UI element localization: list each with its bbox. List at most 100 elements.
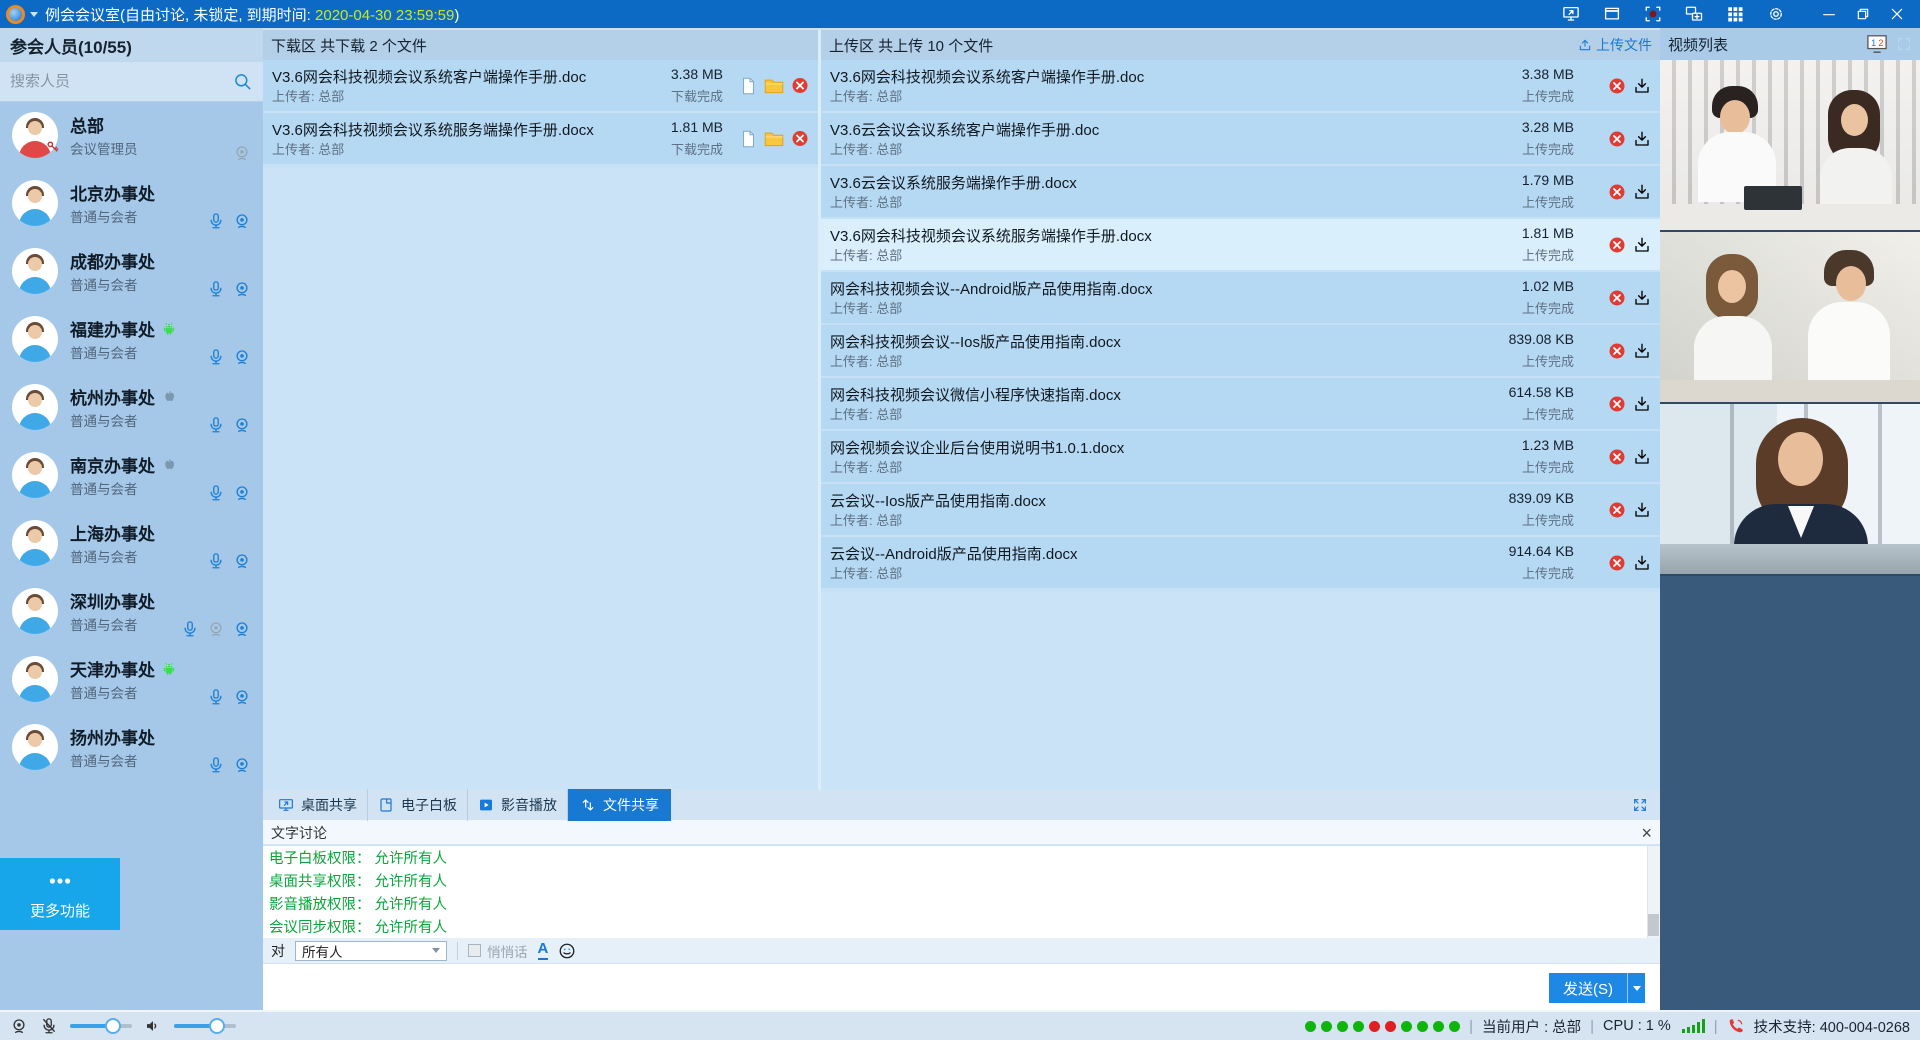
- participant-row[interactable]: 天津办事处 普通与会者: [0, 646, 263, 714]
- upload-file-row[interactable]: 云会议--Android版产品使用指南.docx 上传者: 总部 914.64 …: [821, 537, 1660, 588]
- chevron-down-icon[interactable]: [30, 12, 38, 21]
- scrollbar-thumb[interactable]: [1648, 914, 1659, 936]
- webcam-icon[interactable]: [233, 416, 251, 434]
- webcam-icon[interactable]: [233, 688, 251, 706]
- open-file-icon[interactable]: [740, 129, 757, 148]
- upload-file-button[interactable]: 上传文件: [1578, 35, 1652, 55]
- upload-file-row[interactable]: 网会科技视频会议--Android版产品使用指南.docx 上传者: 总部 1.…: [821, 272, 1660, 323]
- speaker-volume-slider[interactable]: [174, 1024, 236, 1028]
- sidebar-action-button[interactable]: 更多功能: [0, 858, 120, 930]
- webcam-icon[interactable]: [233, 484, 251, 502]
- download-file-icon[interactable]: [1633, 77, 1651, 95]
- settings-gear-icon[interactable]: [1763, 3, 1789, 25]
- delete-file-icon[interactable]: [1608, 554, 1626, 572]
- delete-file-icon[interactable]: [1608, 77, 1626, 95]
- download-file-icon[interactable]: [1633, 289, 1651, 307]
- expand-fullscreen-icon[interactable]: [1632, 797, 1648, 813]
- emoji-button[interactable]: [558, 942, 576, 960]
- download-file-icon[interactable]: [1633, 395, 1651, 413]
- minimize-button[interactable]: [1812, 3, 1846, 25]
- video-thumbnail[interactable]: [1660, 404, 1920, 576]
- upload-file-row[interactable]: V3.6网会科技视频会议系统服务端操作手册.docx 上传者: 总部 1.81 …: [821, 219, 1660, 270]
- delete-file-icon[interactable]: [1608, 448, 1626, 466]
- mic-icon[interactable]: [207, 348, 225, 366]
- video-layout-icon[interactable]: 12: [1866, 34, 1888, 54]
- download-file-icon[interactable]: [1633, 342, 1651, 360]
- upload-file-row[interactable]: V3.6云会议系统服务端操作手册.docx 上传者: 总部 1.79 MB 上传…: [821, 166, 1660, 217]
- record-icon[interactable]: [1640, 3, 1666, 25]
- chat-input-area[interactable]: 发送(S): [263, 964, 1660, 1010]
- participant-row[interactable]: 福建办事处 普通与会者: [0, 306, 263, 374]
- delete-file-icon[interactable]: [1608, 342, 1626, 360]
- open-file-icon[interactable]: [740, 76, 757, 95]
- video-thumbnail[interactable]: [1660, 232, 1920, 404]
- chat-close-icon[interactable]: ×: [1641, 824, 1652, 842]
- download-file-row[interactable]: V3.6网会科技视频会议系统服务端操作手册.docx 上传者: 总部 1.81 …: [263, 113, 818, 164]
- send-options-caret[interactable]: [1627, 973, 1645, 1003]
- webcam-icon[interactable]: [233, 552, 251, 570]
- delete-file-icon[interactable]: [1608, 183, 1626, 201]
- webcam-status-icon[interactable]: [10, 1017, 28, 1035]
- share-tab[interactable]: 影音播放: [468, 789, 568, 821]
- download-file-icon[interactable]: [1633, 501, 1651, 519]
- restore-button[interactable]: [1846, 3, 1880, 25]
- participant-row[interactable]: 上海办事处 普通与会者: [0, 510, 263, 578]
- open-folder-icon[interactable]: [764, 77, 784, 94]
- download-file-icon[interactable]: [1633, 554, 1651, 572]
- sync-screens-icon[interactable]: [1681, 3, 1707, 25]
- download-file-icon[interactable]: [1633, 236, 1651, 254]
- search-icon[interactable]: [233, 72, 253, 92]
- video-expand-icon[interactable]: [1896, 36, 1912, 52]
- delete-file-icon[interactable]: [791, 130, 809, 148]
- upload-file-row[interactable]: 网会科技视频会议--Ios版产品使用指南.docx 上传者: 总部 839.08…: [821, 325, 1660, 376]
- mic-icon[interactable]: [207, 688, 225, 706]
- speaker-icon[interactable]: [144, 1017, 162, 1035]
- share-tab[interactable]: 桌面共享: [268, 789, 368, 821]
- recipient-select[interactable]: 所有人: [295, 941, 447, 961]
- upload-file-row[interactable]: V3.6网会科技视频会议系统客户端操作手册.doc 上传者: 总部 3.38 M…: [821, 60, 1660, 111]
- delete-file-icon[interactable]: [1608, 395, 1626, 413]
- open-folder-icon[interactable]: [764, 130, 784, 147]
- upload-file-row[interactable]: 网会科技视频会议微信小程序快速指南.docx 上传者: 总部 614.58 KB…: [821, 378, 1660, 429]
- webcam-off-icon[interactable]: [207, 620, 225, 638]
- whisper-checkbox[interactable]: [468, 944, 481, 957]
- mic-icon[interactable]: [207, 756, 225, 774]
- upload-file-row[interactable]: V3.6云会议会议系统客户端操作手册.doc 上传者: 总部 3.28 MB 上…: [821, 113, 1660, 164]
- mic-icon[interactable]: [207, 416, 225, 434]
- participant-row[interactable]: 北京办事处 普通与会者: [0, 170, 263, 238]
- webcam-icon[interactable]: [233, 280, 251, 298]
- send-button[interactable]: 发送(S): [1549, 973, 1627, 1003]
- share-tab[interactable]: 文件共享: [568, 789, 671, 821]
- search-input[interactable]: [10, 73, 233, 90]
- mic-icon[interactable]: [181, 620, 199, 638]
- delete-file-icon[interactable]: [1608, 501, 1626, 519]
- close-button[interactable]: [1880, 3, 1914, 25]
- delete-file-icon[interactable]: [791, 77, 809, 95]
- chat-scrollbar[interactable]: [1647, 846, 1660, 938]
- screen-share-icon[interactable]: [1558, 3, 1584, 25]
- mic-icon[interactable]: [207, 212, 225, 230]
- upload-file-row[interactable]: 云会议--Ios版产品使用指南.docx 上传者: 总部 839.09 KB 上…: [821, 484, 1660, 535]
- download-file-icon[interactable]: [1633, 183, 1651, 201]
- download-file-row[interactable]: V3.6网会科技视频会议系统客户端操作手册.doc 上传者: 总部 3.38 M…: [263, 60, 818, 111]
- webcam-off-icon[interactable]: [233, 144, 251, 162]
- mic-icon[interactable]: [207, 484, 225, 502]
- participant-row[interactable]: 南京办事处 普通与会者: [0, 442, 263, 510]
- grid-layout-icon[interactable]: [1722, 3, 1748, 25]
- webcam-icon[interactable]: [233, 348, 251, 366]
- participant-row[interactable]: 深圳办事处 普通与会者: [0, 578, 263, 646]
- delete-file-icon[interactable]: [1608, 130, 1626, 148]
- mic-icon[interactable]: [207, 280, 225, 298]
- font-style-button[interactable]: A: [538, 941, 549, 960]
- webcam-icon[interactable]: [233, 620, 251, 638]
- download-file-icon[interactable]: [1633, 130, 1651, 148]
- delete-file-icon[interactable]: [1608, 289, 1626, 307]
- mic-icon[interactable]: [207, 552, 225, 570]
- download-file-icon[interactable]: [1633, 448, 1651, 466]
- share-tab[interactable]: 电子白板: [368, 789, 468, 821]
- participant-row[interactable]: 扬州办事处 普通与会者: [0, 714, 263, 782]
- upload-file-row[interactable]: 网会视频会议企业后台使用说明书1.0.1.docx 上传者: 总部 1.23 M…: [821, 431, 1660, 482]
- webcam-icon[interactable]: [233, 756, 251, 774]
- webcam-icon[interactable]: [233, 212, 251, 230]
- delete-file-icon[interactable]: [1608, 236, 1626, 254]
